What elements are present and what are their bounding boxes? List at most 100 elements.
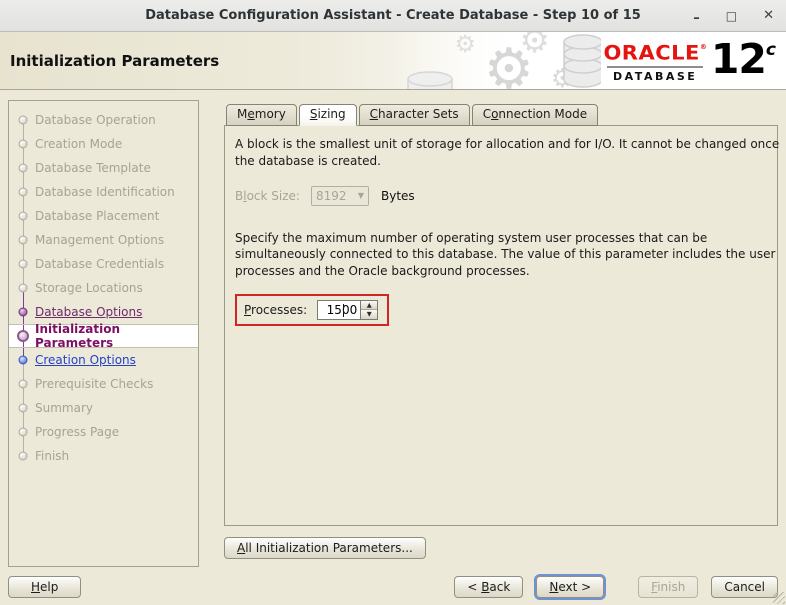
step-bullet-icon — [18, 403, 28, 413]
block-size-unit: Bytes — [381, 188, 415, 203]
sizing-tab-panel: A block is the smallest unit of storage … — [224, 125, 779, 526]
step-bullet-icon — [18, 115, 28, 125]
step-label: Database Credentials — [35, 257, 165, 271]
step-label: Storage Locations — [35, 281, 143, 295]
step-bullet-icon — [18, 187, 28, 197]
cancel-button[interactable]: Cancel — [711, 576, 778, 598]
step-label: Database Identification — [35, 185, 175, 199]
step-bullet-icon — [18, 235, 28, 245]
step-connector — [9, 420, 35, 444]
step-label: Database Options — [35, 305, 143, 319]
main-area: Database Operation Creation Mode Database … — [0, 90, 786, 577]
step-label: Summary — [35, 401, 93, 415]
spin-up-icon[interactable]: ▲ — [361, 300, 378, 310]
sidebar-step-creation-mode: Creation Mode — [9, 132, 198, 156]
back-button[interactable]: < Back — [454, 576, 524, 598]
block-size-row: Block Size: 8192 ▼ Bytes — [235, 185, 767, 206]
processes-description: Specify the maximum number of operating … — [235, 230, 776, 279]
sidebar-step-creation-options[interactable]: Creation Options — [9, 348, 198, 372]
wizard-steps-panel: Database Operation Creation Mode Database … — [8, 100, 199, 567]
tab-sizing[interactable]: Sizing — [298, 104, 357, 126]
step-label: Database Placement — [35, 209, 160, 223]
step-bullet-icon — [18, 379, 28, 389]
database-cylinder-icon — [407, 71, 453, 89]
step-connector — [9, 204, 35, 228]
step-bullet-icon — [17, 330, 29, 342]
step-label: Initialization Parameters — [35, 322, 121, 350]
step-connector — [9, 444, 35, 468]
sidebar-step-summary: Summary — [9, 396, 198, 420]
block-size-label: Block Size: — [235, 188, 300, 203]
tab-bar: Memory Sizing Character Sets Connection Mod… — [226, 104, 778, 126]
wizard-nav-buttons: < Back Next > Finish Cancel — [441, 576, 778, 598]
gear-icon: ⚙ — [454, 32, 476, 58]
spin-down-icon[interactable]: ▼ — [361, 309, 378, 319]
sidebar-step-initialization-parameters: Initialization Parameters — [9, 322, 198, 350]
sidebar-step-progress-page: Progress Page — [9, 420, 198, 444]
dbca-window: Database Configuration Assistant - Creat… — [0, 0, 786, 604]
step-bullet-icon — [18, 451, 28, 461]
help-button[interactable]: Help — [8, 576, 82, 598]
step-connector — [9, 300, 35, 324]
sidebar-step-storage-locations: Storage Locations — [9, 276, 198, 300]
window-title: Database Configuration Assistant - Creat… — [145, 8, 641, 23]
step-label: Creation Options — [35, 353, 136, 367]
dropdown-arrow-icon: ▼ — [357, 191, 364, 201]
wizard-steps: Database Operation Creation Mode Database … — [9, 108, 198, 468]
step-bullet-icon — [18, 211, 28, 221]
window-controls: – □ ✕ — [693, 0, 774, 31]
processes-input[interactable]: 1500 — [317, 299, 362, 320]
oracle-wordmark: ORACLE — [603, 42, 700, 65]
block-size-description: A block is the smallest unit of storage … — [235, 137, 780, 168]
step-bullet-icon — [18, 283, 28, 293]
content-area: Memory Sizing Character Sets Connection Mod… — [224, 104, 779, 559]
step-bullet-icon — [18, 163, 28, 173]
sidebar-step-database-options[interactable]: Database Options — [9, 300, 198, 324]
processes-annotation-box: Processes: 1500 ▲ ▼ — [235, 293, 390, 326]
logo-divider — [607, 66, 704, 68]
sidebar-step-database-operation: Database Operation — [9, 108, 198, 132]
step-label: Progress Page — [35, 425, 120, 439]
step-bullet-icon — [18, 307, 28, 317]
sidebar-step-prerequisite-checks: Prerequisite Checks — [9, 372, 198, 396]
header-artwork: ⚙ ⚙ ⚙ ⚙ ORACLE ® DATABASE 12c — [396, 32, 786, 89]
processes-value: 1500 — [326, 302, 358, 317]
tab-connection-mode[interactable]: Connection Mode — [471, 104, 599, 126]
sidebar-step-finish: Finish — [9, 444, 198, 468]
step-bullet-icon — [18, 427, 28, 437]
page-header: Initialization Parameters ⚙ ⚙ ⚙ ⚙ ORACLE… — [0, 32, 786, 90]
step-bullet-icon — [18, 139, 28, 149]
maximize-icon[interactable]: □ — [726, 10, 737, 22]
step-connector — [9, 396, 35, 420]
finish-button[interactable]: Finish — [638, 576, 699, 598]
tab-memory[interactable]: Memory — [226, 104, 297, 126]
oracle-logo: ORACLE ® DATABASE 12c — [601, 39, 778, 84]
next-button[interactable]: Next > — [536, 576, 605, 598]
footer-bar: Help < Back Next > Finish Cancel — [8, 576, 778, 598]
oracle-database-label: DATABASE — [613, 70, 698, 83]
step-label: Database Template — [35, 161, 151, 175]
block-size-value: 8192 — [316, 188, 347, 203]
step-label: Finish — [35, 449, 70, 463]
sidebar-step-database-credentials: Database Credentials — [9, 252, 198, 276]
tab-character-sets[interactable]: Character Sets — [358, 104, 470, 126]
step-connector — [9, 228, 35, 252]
minimize-icon[interactable]: – — [693, 12, 700, 25]
block-size-select: 8192 ▼ — [311, 185, 369, 206]
processes-spinner: 1500 ▲ ▼ — [317, 299, 379, 320]
sidebar-step-database-template: Database Template — [9, 156, 198, 180]
step-connector — [9, 348, 35, 372]
all-initialization-parameters-button[interactable]: All Initialization Parameters... — [224, 537, 426, 559]
step-connector — [9, 276, 35, 300]
oracle-version: 12c — [710, 35, 776, 83]
step-label: Database Operation — [35, 113, 156, 127]
step-connector — [9, 108, 35, 132]
close-icon[interactable]: ✕ — [763, 9, 774, 22]
processes-label: Processes: — [244, 302, 308, 317]
step-label: Prerequisite Checks — [35, 377, 154, 391]
step-connector — [9, 156, 35, 180]
step-label: Creation Mode — [35, 137, 123, 151]
titlebar[interactable]: Database Configuration Assistant - Creat… — [0, 0, 786, 32]
registered-mark: ® — [699, 43, 707, 51]
resize-grip[interactable] — [773, 592, 785, 604]
